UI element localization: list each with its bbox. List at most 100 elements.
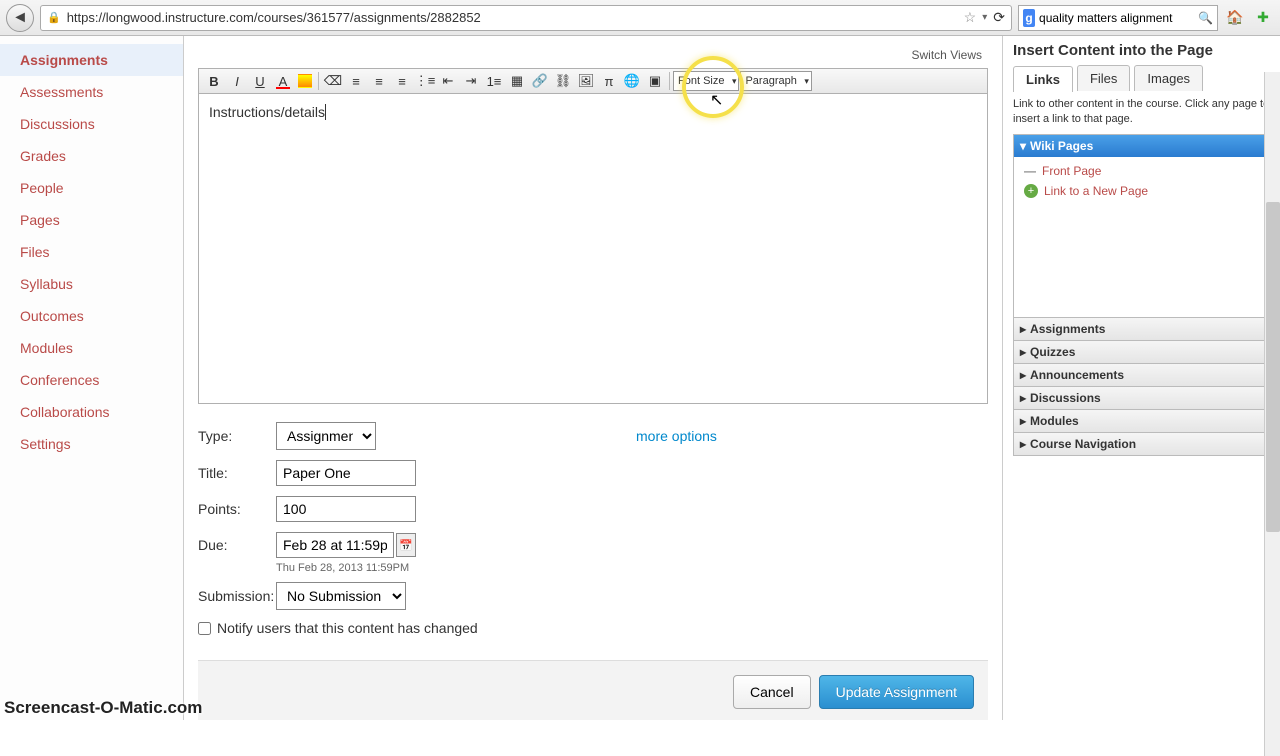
align-right-button[interactable]: ≡ bbox=[391, 71, 413, 91]
tab-files[interactable]: Files bbox=[1077, 65, 1130, 91]
calendar-icon[interactable]: 📅 bbox=[396, 533, 416, 557]
acc-quizzes[interactable]: ▸Quizzes bbox=[1014, 340, 1269, 363]
underline-button[interactable]: U bbox=[249, 71, 271, 91]
more-options-link[interactable]: more options bbox=[636, 428, 717, 444]
sidebar-item-syllabus[interactable]: Syllabus bbox=[0, 268, 183, 300]
chevron-right-icon: ▸ bbox=[1020, 391, 1026, 405]
google-icon: g bbox=[1023, 9, 1035, 27]
align-center-button[interactable]: ≡ bbox=[368, 71, 390, 91]
scroll-thumb[interactable] bbox=[1266, 202, 1280, 532]
chevron-right-icon: ▸ bbox=[1020, 368, 1026, 382]
outdent-button[interactable]: ⇤ bbox=[437, 71, 459, 91]
dropdown-icon[interactable]: ▾ bbox=[982, 12, 987, 23]
text-color-button[interactable]: A bbox=[272, 71, 294, 91]
insert-content-panel: Insert Content into the Page Links Files… bbox=[1002, 36, 1280, 720]
italic-button[interactable]: I bbox=[226, 71, 248, 91]
links-accordion: ▾Wiki Pages —Front Page +Link to a New P… bbox=[1013, 134, 1270, 456]
type-label: Type: bbox=[198, 428, 276, 444]
due-input[interactable] bbox=[276, 532, 394, 558]
points-input[interactable] bbox=[276, 496, 416, 522]
due-hint: Thu Feb 28, 2013 11:59PM bbox=[276, 562, 988, 574]
unlink-button[interactable]: ⛓ bbox=[552, 71, 574, 91]
search-input[interactable] bbox=[1039, 11, 1194, 25]
dash-icon: — bbox=[1024, 164, 1036, 178]
bookmark-star-icon[interactable]: ☆ bbox=[964, 9, 977, 26]
sidebar-item-people[interactable]: People bbox=[0, 172, 183, 204]
sidebar-item-assignments[interactable]: Assignments bbox=[0, 44, 183, 76]
chevron-right-icon: ▸ bbox=[1020, 345, 1026, 359]
browser-search[interactable]: g 🔍 bbox=[1018, 5, 1218, 31]
acc-discussions[interactable]: ▸Discussions bbox=[1014, 386, 1269, 409]
chevron-down-icon: ▾ bbox=[1020, 139, 1026, 153]
number-list-button[interactable]: 1≡ bbox=[483, 71, 505, 91]
sidebar-item-pages[interactable]: Pages bbox=[0, 204, 183, 236]
sidebar-item-settings[interactable]: Settings bbox=[0, 428, 183, 460]
url-bar[interactable]: 🔒 https://longwood.instructure.com/cours… bbox=[40, 5, 1012, 31]
due-label: Due: bbox=[198, 537, 276, 553]
main-content: Switch Views B I U A ⌫ ≡ ≡ ≡ ⋮≡ ⇤ ⇥ 1≡ ▦… bbox=[184, 36, 1002, 720]
update-assignment-button[interactable]: Update Assignment bbox=[819, 675, 974, 709]
title-input[interactable] bbox=[276, 460, 416, 486]
sidebar-item-outcomes[interactable]: Outcomes bbox=[0, 300, 183, 332]
cancel-button[interactable]: Cancel bbox=[733, 675, 811, 709]
assignment-form: Type: Assignment more options Title: Poi… bbox=[198, 422, 988, 636]
align-left-button[interactable]: ≡ bbox=[345, 71, 367, 91]
sidebar-item-modules[interactable]: Modules bbox=[0, 332, 183, 364]
notify-checkbox[interactable] bbox=[198, 622, 211, 635]
points-label: Points: bbox=[198, 501, 276, 517]
acc-announcements[interactable]: ▸Announcements bbox=[1014, 363, 1269, 386]
type-select[interactable]: Assignment bbox=[276, 422, 376, 450]
bold-button[interactable]: B bbox=[203, 71, 225, 91]
acc-wiki-pages[interactable]: ▾Wiki Pages bbox=[1014, 135, 1269, 157]
chevron-right-icon: ▸ bbox=[1020, 437, 1026, 451]
editor-content: Instructions/details bbox=[209, 104, 325, 120]
submission-label: Submission: bbox=[198, 588, 276, 604]
tab-links[interactable]: Links bbox=[1013, 66, 1073, 92]
sidebar-item-collaborations[interactable]: Collaborations bbox=[0, 396, 183, 428]
link-button[interactable]: 🔗 bbox=[529, 71, 551, 91]
table-button[interactable]: ▦ bbox=[506, 71, 528, 91]
chevron-right-icon: ▸ bbox=[1020, 414, 1026, 428]
record-button[interactable]: ▣ bbox=[644, 71, 666, 91]
course-sidebar: Assignments Assessments Discussions Grad… bbox=[0, 36, 184, 720]
button-row: Cancel Update Assignment bbox=[198, 660, 988, 720]
submission-select[interactable]: No Submission bbox=[276, 582, 406, 610]
plus-icon: + bbox=[1024, 184, 1038, 198]
reload-icon[interactable]: ⟳ bbox=[993, 9, 1005, 26]
panel-title: Insert Content into the Page bbox=[1013, 42, 1270, 59]
font-size-dropdown[interactable]: Font Size bbox=[673, 71, 739, 91]
bullet-list-button[interactable]: ⋮≡ bbox=[414, 71, 436, 91]
acc-assignments[interactable]: ▸Assignments bbox=[1014, 317, 1269, 340]
addon-icon[interactable]: ✚ bbox=[1252, 7, 1274, 29]
watermark: Screencast-O-Matic.com bbox=[4, 698, 202, 718]
link-front-page[interactable]: —Front Page bbox=[1014, 161, 1269, 181]
sidebar-item-assessments[interactable]: Assessments bbox=[0, 76, 183, 108]
chevron-right-icon: ▸ bbox=[1020, 322, 1026, 336]
page-scrollbar[interactable] bbox=[1264, 72, 1280, 756]
clear-format-button[interactable]: ⌫ bbox=[322, 71, 344, 91]
sidebar-item-grades[interactable]: Grades bbox=[0, 140, 183, 172]
link-new-page[interactable]: +Link to a New Page bbox=[1014, 181, 1269, 201]
acc-course-nav[interactable]: ▸Course Navigation bbox=[1014, 432, 1269, 455]
acc-modules[interactable]: ▸Modules bbox=[1014, 409, 1269, 432]
browser-toolbar: ◄ 🔒 https://longwood.instructure.com/cou… bbox=[0, 0, 1280, 36]
indent-button[interactable]: ⇥ bbox=[460, 71, 482, 91]
equation-button[interactable]: π bbox=[598, 71, 620, 91]
sidebar-item-files[interactable]: Files bbox=[0, 236, 183, 268]
title-label: Title: bbox=[198, 465, 276, 481]
panel-hint: Link to other content in the course. Cli… bbox=[1013, 97, 1270, 128]
back-button[interactable]: ◄ bbox=[6, 4, 34, 32]
switch-views-link[interactable]: Switch Views bbox=[198, 46, 988, 64]
home-icon[interactable]: 🏠 bbox=[1224, 7, 1246, 29]
embed-button[interactable]: 🌐 bbox=[621, 71, 643, 91]
image-button[interactable]: 🖼 bbox=[575, 71, 597, 91]
search-icon[interactable]: 🔍 bbox=[1198, 11, 1213, 25]
paragraph-dropdown[interactable]: Paragraph bbox=[740, 71, 811, 91]
bg-color-button[interactable] bbox=[298, 74, 312, 88]
tab-images[interactable]: Images bbox=[1134, 65, 1203, 91]
rich-text-editor[interactable]: Instructions/details bbox=[198, 94, 988, 404]
sidebar-item-discussions[interactable]: Discussions bbox=[0, 108, 183, 140]
sidebar-item-conferences[interactable]: Conferences bbox=[0, 364, 183, 396]
editor-toolbar: B I U A ⌫ ≡ ≡ ≡ ⋮≡ ⇤ ⇥ 1≡ ▦ 🔗 ⛓ 🖼 π 🌐 ▣ … bbox=[198, 68, 988, 94]
lock-icon: 🔒 bbox=[47, 11, 61, 24]
